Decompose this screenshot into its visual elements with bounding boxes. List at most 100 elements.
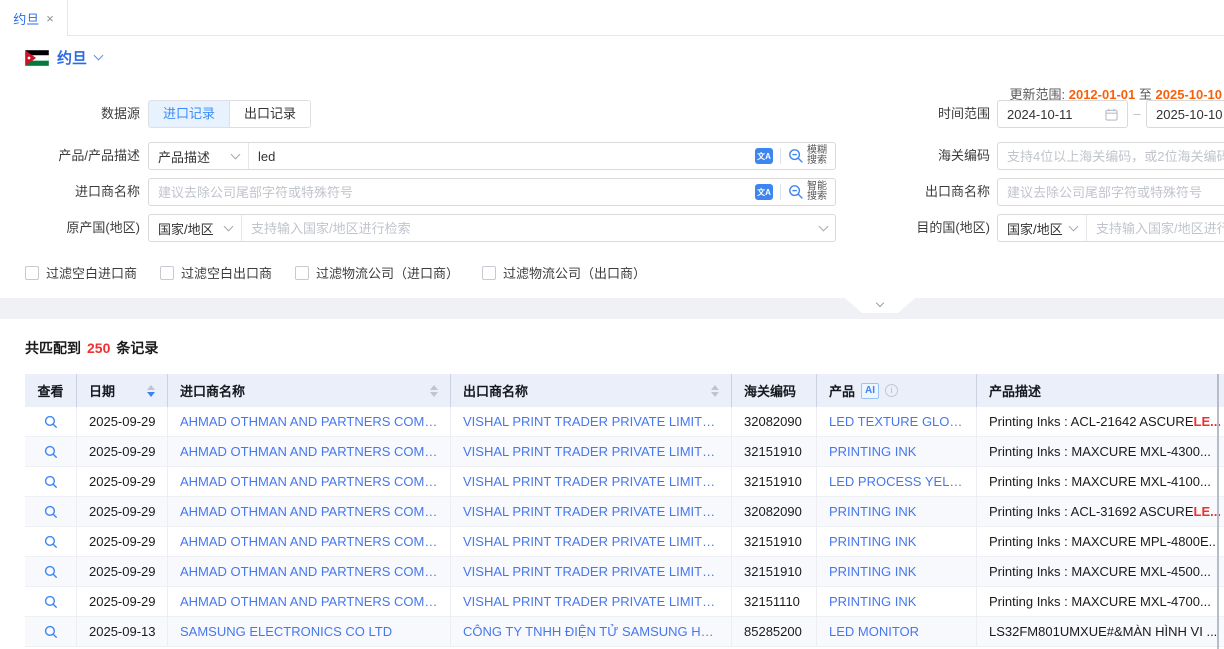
- product-link[interactable]: PRINTING INK: [829, 564, 916, 579]
- checkbox-filter-blank-exporter[interactable]: 过滤空白出口商: [160, 263, 272, 282]
- importer-link[interactable]: SAMSUNG ELECTRONICS CO LTD: [180, 624, 392, 639]
- row-exporter-cell: VISHAL PRINT TRADER PRIVATE LIMITED: [451, 527, 732, 557]
- exporter-link[interactable]: VISHAL PRINT TRADER PRIVATE LIMITED: [463, 564, 719, 579]
- translate-icon[interactable]: 文A: [755, 148, 773, 164]
- product-link[interactable]: PRINTING INK: [829, 534, 916, 549]
- time-range-end-input[interactable]: 2025-10-10: [1146, 100, 1224, 128]
- view-search-icon[interactable]: [44, 625, 58, 639]
- view-search-icon[interactable]: [44, 565, 58, 579]
- view-search-icon[interactable]: [44, 415, 58, 429]
- product-type-value: 产品描述: [158, 147, 210, 166]
- exporter-link[interactable]: VISHAL PRINT TRADER PRIVATE LIMITED: [463, 474, 719, 489]
- header-importer[interactable]: 进口商名称: [168, 374, 451, 407]
- row-view-cell: [25, 497, 77, 527]
- exporter-name-input[interactable]: [997, 178, 1224, 206]
- importer-link[interactable]: AHMAD OTHMAN AND PARTNERS COMPA...: [180, 414, 438, 429]
- row-view-cell: [25, 407, 77, 437]
- importer-label: 进口商名称: [15, 178, 140, 206]
- desc-text: Printing Inks : ACL-31692 ASCURE: [989, 504, 1194, 519]
- hs-code-input[interactable]: [997, 142, 1224, 170]
- destination-type-value: 国家/地区: [1007, 219, 1063, 238]
- row-desc-cell: Printing Inks : MAXCURE MPL-4800E...: [977, 527, 1224, 557]
- destination-type-select[interactable]: 国家/地区: [998, 215, 1087, 241]
- view-search-icon[interactable]: [44, 595, 58, 609]
- checkbox-icon[interactable]: [160, 266, 174, 280]
- datasource-label: 数据源: [15, 100, 140, 128]
- view-search-icon[interactable]: [44, 535, 58, 549]
- row-hs-code-cell: 32151110: [732, 587, 817, 617]
- product-link[interactable]: LED PROCESS YELLOW...: [829, 474, 964, 489]
- datasource-export-button[interactable]: 出口记录: [229, 101, 310, 127]
- row-product-cell: LED PROCESS YELLOW...: [817, 467, 977, 497]
- checkbox-filter-logistics-importer[interactable]: 过滤物流公司（进口商）: [295, 263, 459, 282]
- checkbox-icon[interactable]: [295, 266, 309, 280]
- product-type-select[interactable]: 产品描述: [149, 143, 249, 169]
- hs-code-label: 海关编码: [865, 142, 990, 170]
- checkbox-icon[interactable]: [25, 266, 39, 280]
- product-link[interactable]: PRINTING INK: [829, 594, 916, 609]
- table-row: 2025-09-13SAMSUNG ELECTRONICS CO LTDCÔNG…: [25, 617, 1224, 647]
- chevron-down-icon[interactable]: [94, 51, 104, 61]
- view-search-icon[interactable]: [44, 445, 58, 459]
- destination-country-input[interactable]: [1087, 215, 1224, 241]
- importer-link[interactable]: AHMAD OTHMAN AND PARTNERS COMPA...: [180, 444, 438, 459]
- importer-link[interactable]: AHMAD OTHMAN AND PARTNERS COMPA...: [180, 564, 438, 579]
- desc-text: Printing Inks : MAXCURE MXL-4500...: [989, 564, 1211, 579]
- row-hs-code-cell: 32082090: [732, 497, 817, 527]
- table-row: 2025-09-29AHMAD OTHMAN AND PARTNERS COMP…: [25, 407, 1224, 437]
- fuzzy-search-button[interactable]: 模糊搜索: [788, 146, 827, 166]
- chevron-down-icon: [819, 221, 829, 231]
- view-search-icon[interactable]: [44, 475, 58, 489]
- sort-icons[interactable]: [147, 385, 155, 397]
- time-range-start-value: 2024-10-11: [1007, 107, 1073, 122]
- row-exporter-cell: VISHAL PRINT TRADER PRIVATE LIMITED: [451, 587, 732, 617]
- checkbox-filter-blank-importer[interactable]: 过滤空白进口商: [25, 263, 137, 282]
- table-header-row: 查看 日期 进口商名称 出口商名称 海关编码 产品 AI i 产品描述: [25, 374, 1224, 407]
- view-search-icon[interactable]: [44, 505, 58, 519]
- row-hs-code-cell: 32151910: [732, 557, 817, 587]
- origin-country-input[interactable]: [242, 215, 812, 241]
- importer-link[interactable]: AHMAD OTHMAN AND PARTNERS COMPA...: [180, 504, 438, 519]
- exporter-link[interactable]: VISHAL PRINT TRADER PRIVATE LIMITED: [463, 504, 719, 519]
- exporter-link[interactable]: VISHAL PRINT TRADER PRIVATE LIMITED: [463, 594, 719, 609]
- smart-search-button[interactable]: 智能搜索: [788, 182, 827, 202]
- checkbox-icon[interactable]: [482, 266, 496, 280]
- row-hs-code-cell: 32151910: [732, 467, 817, 497]
- row-importer-cell: AHMAD OTHMAN AND PARTNERS COMPA...: [168, 497, 451, 527]
- exporter-link[interactable]: VISHAL PRINT TRADER PRIVATE LIMITED: [463, 534, 719, 549]
- tab-jordan[interactable]: 约旦 ×: [0, 0, 68, 36]
- translate-icon[interactable]: 文A: [755, 184, 773, 200]
- importer-link[interactable]: AHMAD OTHMAN AND PARTNERS COMPA...: [180, 594, 438, 609]
- row-desc-cell: Printing Inks : MAXCURE MXL-4700...: [977, 587, 1224, 617]
- importer-name-input[interactable]: [149, 179, 747, 205]
- sort-icons[interactable]: [711, 385, 719, 397]
- origin-type-select[interactable]: 国家/地区: [149, 215, 242, 241]
- jordan-flag-icon: [25, 50, 49, 66]
- row-view-cell: [25, 557, 77, 587]
- time-range-start-input[interactable]: 2024-10-11: [997, 100, 1128, 128]
- country-selector[interactable]: 约旦: [25, 47, 102, 68]
- importer-link[interactable]: AHMAD OTHMAN AND PARTNERS COMPA...: [180, 474, 438, 489]
- header-date[interactable]: 日期: [77, 374, 168, 407]
- importer-link[interactable]: AHMAD OTHMAN AND PARTNERS COMPA...: [180, 534, 438, 549]
- checkbox-filter-logistics-exporter[interactable]: 过滤物流公司（出口商）: [482, 263, 646, 282]
- header-view: 查看: [25, 374, 77, 407]
- exporter-link[interactable]: VISHAL PRINT TRADER PRIVATE LIMITED: [463, 414, 719, 429]
- product-link[interactable]: PRINTING INK: [829, 504, 916, 519]
- exporter-link[interactable]: VISHAL PRINT TRADER PRIVATE LIMITED: [463, 444, 719, 459]
- desc-text: Printing Inks : ACL-21642 ASCURE: [989, 414, 1194, 429]
- ai-badge: AI: [861, 383, 879, 399]
- chevron-down-icon: [224, 221, 234, 231]
- product-link[interactable]: PRINTING INK: [829, 444, 916, 459]
- product-link[interactable]: LED MONITOR: [829, 624, 919, 639]
- product-search-input[interactable]: [249, 143, 747, 169]
- time-range-label: 时间范围: [865, 100, 990, 128]
- sort-icons[interactable]: [430, 385, 438, 397]
- row-importer-cell: AHMAD OTHMAN AND PARTNERS COMPA...: [168, 467, 451, 497]
- exporter-link[interactable]: CÔNG TY TNHH ĐIỆN TỬ SAMSUNG HCMC...: [463, 624, 719, 639]
- product-link[interactable]: LED TEXTURE GLOSS ...: [829, 414, 964, 429]
- tab-close-icon[interactable]: ×: [46, 12, 54, 25]
- info-icon[interactable]: i: [885, 384, 898, 397]
- header-exporter[interactable]: 出口商名称: [451, 374, 732, 407]
- datasource-import-button[interactable]: 进口记录: [149, 101, 229, 127]
